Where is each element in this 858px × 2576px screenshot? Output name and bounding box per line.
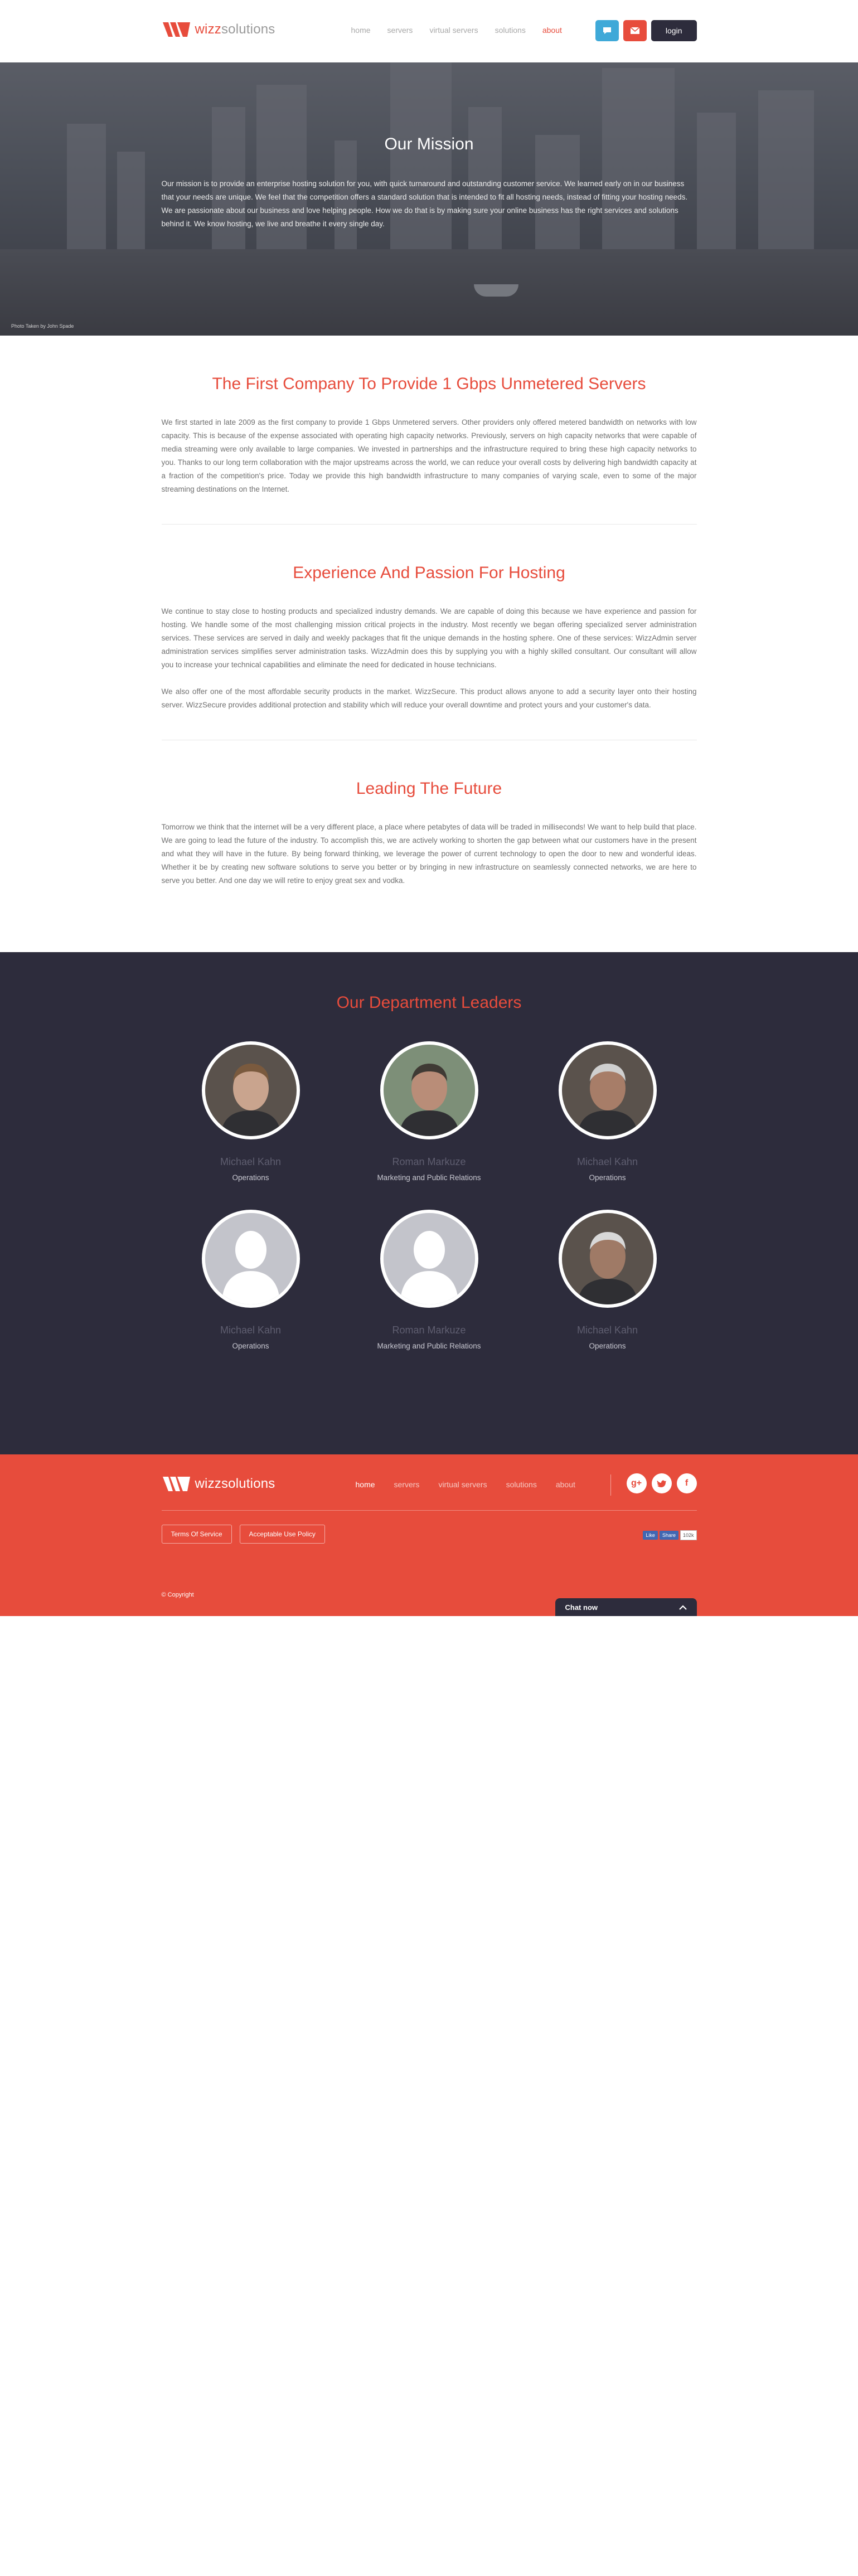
leader-role: Marketing and Public Relations (377, 1342, 481, 1350)
leader-name: Roman Markuze (392, 1156, 466, 1167)
section-paragraph: We first started in late 2009 as the fir… (161, 418, 697, 493)
facebook-like-widget: Like Share 102k (643, 1530, 697, 1540)
copyright: © Copyright (161, 1592, 194, 1598)
avatar-placeholder-icon (380, 1210, 478, 1308)
chat-bubble-icon (603, 27, 611, 34)
section-paragraph: We continue to stay close to hosting pro… (161, 607, 697, 669)
footer-nav-home[interactable]: home (356, 1480, 375, 1489)
mail-icon (630, 27, 640, 34)
nav-item-servers[interactable]: servers (387, 26, 413, 35)
chat-now-widget[interactable]: Chat now (555, 1598, 697, 1616)
terms-of-service-link[interactable]: Terms Of Service (161, 1525, 232, 1544)
fb-like-button[interactable]: Like (643, 1531, 658, 1540)
wizz-logo-icon (162, 22, 190, 37)
chat-button[interactable] (595, 20, 619, 41)
leader-card: Michael Kahn Operations (162, 1210, 340, 1350)
leader-role: Marketing and Public Relations (377, 1173, 481, 1182)
logo[interactable]: wizzsolutions (162, 20, 275, 39)
site-footer: wizzsolutions home servers virtual servers… (0, 1454, 858, 1616)
site-header: wizzsolutions home servers virtual servers… (0, 0, 858, 62)
wizz-logo-icon (162, 1477, 190, 1491)
footer-logo-text: wizzsolutions (195, 1476, 275, 1491)
boat-shape (474, 284, 518, 297)
leader-name: Michael Kahn (220, 1325, 282, 1336)
leader-role: Operations (589, 1173, 626, 1182)
logo-text: wizzsolutions (195, 22, 275, 37)
footer-nav-virtual-servers[interactable]: virtual servers (438, 1480, 487, 1489)
social-links: g+ f (626, 1473, 697, 1493)
footer-nav-solutions[interactable]: solutions (506, 1480, 537, 1489)
leader-role: Operations (232, 1342, 269, 1350)
mission-hero: Our Mission Our mission is to provide an… (0, 62, 858, 336)
leader-role: Operations (589, 1342, 626, 1350)
section-title: Experience And Passion For Hosting (293, 564, 565, 582)
mission-text: Our mission is to provide an enterprise … (161, 180, 688, 228)
chat-now-label: Chat now (565, 1603, 598, 1612)
login-button[interactable]: login (651, 20, 697, 41)
nav-item-about[interactable]: about (542, 26, 562, 35)
leader-card: Michael Kahn Operations (518, 1041, 697, 1182)
leaders-title: Our Department Leaders (336, 993, 522, 1012)
content-section: The First Company To Provide 1 Gbps Unme… (161, 336, 697, 525)
department-leaders: Our Department Leaders Michael Kahn Opera… (0, 952, 858, 1454)
leader-card: Roman Markuze Marketing and Public Relati… (340, 1210, 518, 1350)
fb-share-button[interactable]: Share (659, 1531, 678, 1540)
footer-nav-about[interactable]: about (556, 1480, 575, 1489)
main-nav: home servers virtual servers solutions about (351, 26, 562, 35)
content-section: Experience And Passion For Hosting We con… (161, 525, 697, 740)
chevron-up-icon (678, 1604, 687, 1610)
nav-item-solutions[interactable]: solutions (495, 26, 526, 35)
twitter-icon (657, 1480, 666, 1487)
leader-card: Roman Markuze Marketing and Public Relati… (340, 1041, 518, 1182)
google-plus-icon[interactable]: g+ (626, 1473, 647, 1493)
leader-photo (201, 1041, 300, 1139)
avatar-placeholder-icon (201, 1210, 300, 1308)
section-title: Leading The Future (356, 779, 502, 798)
leader-name: Roman Markuze (392, 1325, 466, 1336)
nav-item-virtual-servers[interactable]: virtual servers (429, 26, 478, 35)
nav-item-home[interactable]: home (351, 26, 371, 35)
content-sections: The First Company To Provide 1 Gbps Unme… (161, 336, 697, 887)
mission-title: Our Mission (384, 135, 474, 153)
acceptable-use-policy-link[interactable]: Acceptable Use Policy (239, 1525, 325, 1544)
content-section: Leading The Future Tomorrow we think that… (162, 740, 697, 887)
leader-card: Michael Kahn Operations (518, 1210, 697, 1350)
leader-photo (558, 1041, 657, 1139)
leader-role: Operations (232, 1173, 269, 1182)
twitter-button[interactable] (651, 1473, 672, 1493)
mail-button[interactable] (623, 20, 647, 41)
leader-photo (558, 1210, 657, 1308)
footer-logo[interactable]: wizzsolutions (162, 1474, 275, 1493)
leader-photo (380, 1041, 478, 1139)
section-paragraph: We also offer one of the most affordable… (161, 687, 697, 709)
section-paragraph: Tomorrow we think that the internet will… (161, 823, 697, 885)
footer-nav-servers[interactable]: servers (394, 1480, 420, 1489)
leader-card: Michael Kahn Operations (162, 1041, 340, 1182)
footer-nav: home servers virtual servers solutions about (356, 1480, 575, 1489)
facebook-icon[interactable]: f (676, 1473, 697, 1493)
leader-name: Michael Kahn (576, 1156, 638, 1167)
section-title: The First Company To Provide 1 Gbps Unme… (212, 375, 646, 393)
photo-credit: Photo Taken by John Spade (11, 323, 74, 329)
leader-name: Michael Kahn (220, 1156, 282, 1167)
fb-count: 102k (680, 1530, 697, 1540)
leader-name: Michael Kahn (576, 1325, 638, 1336)
